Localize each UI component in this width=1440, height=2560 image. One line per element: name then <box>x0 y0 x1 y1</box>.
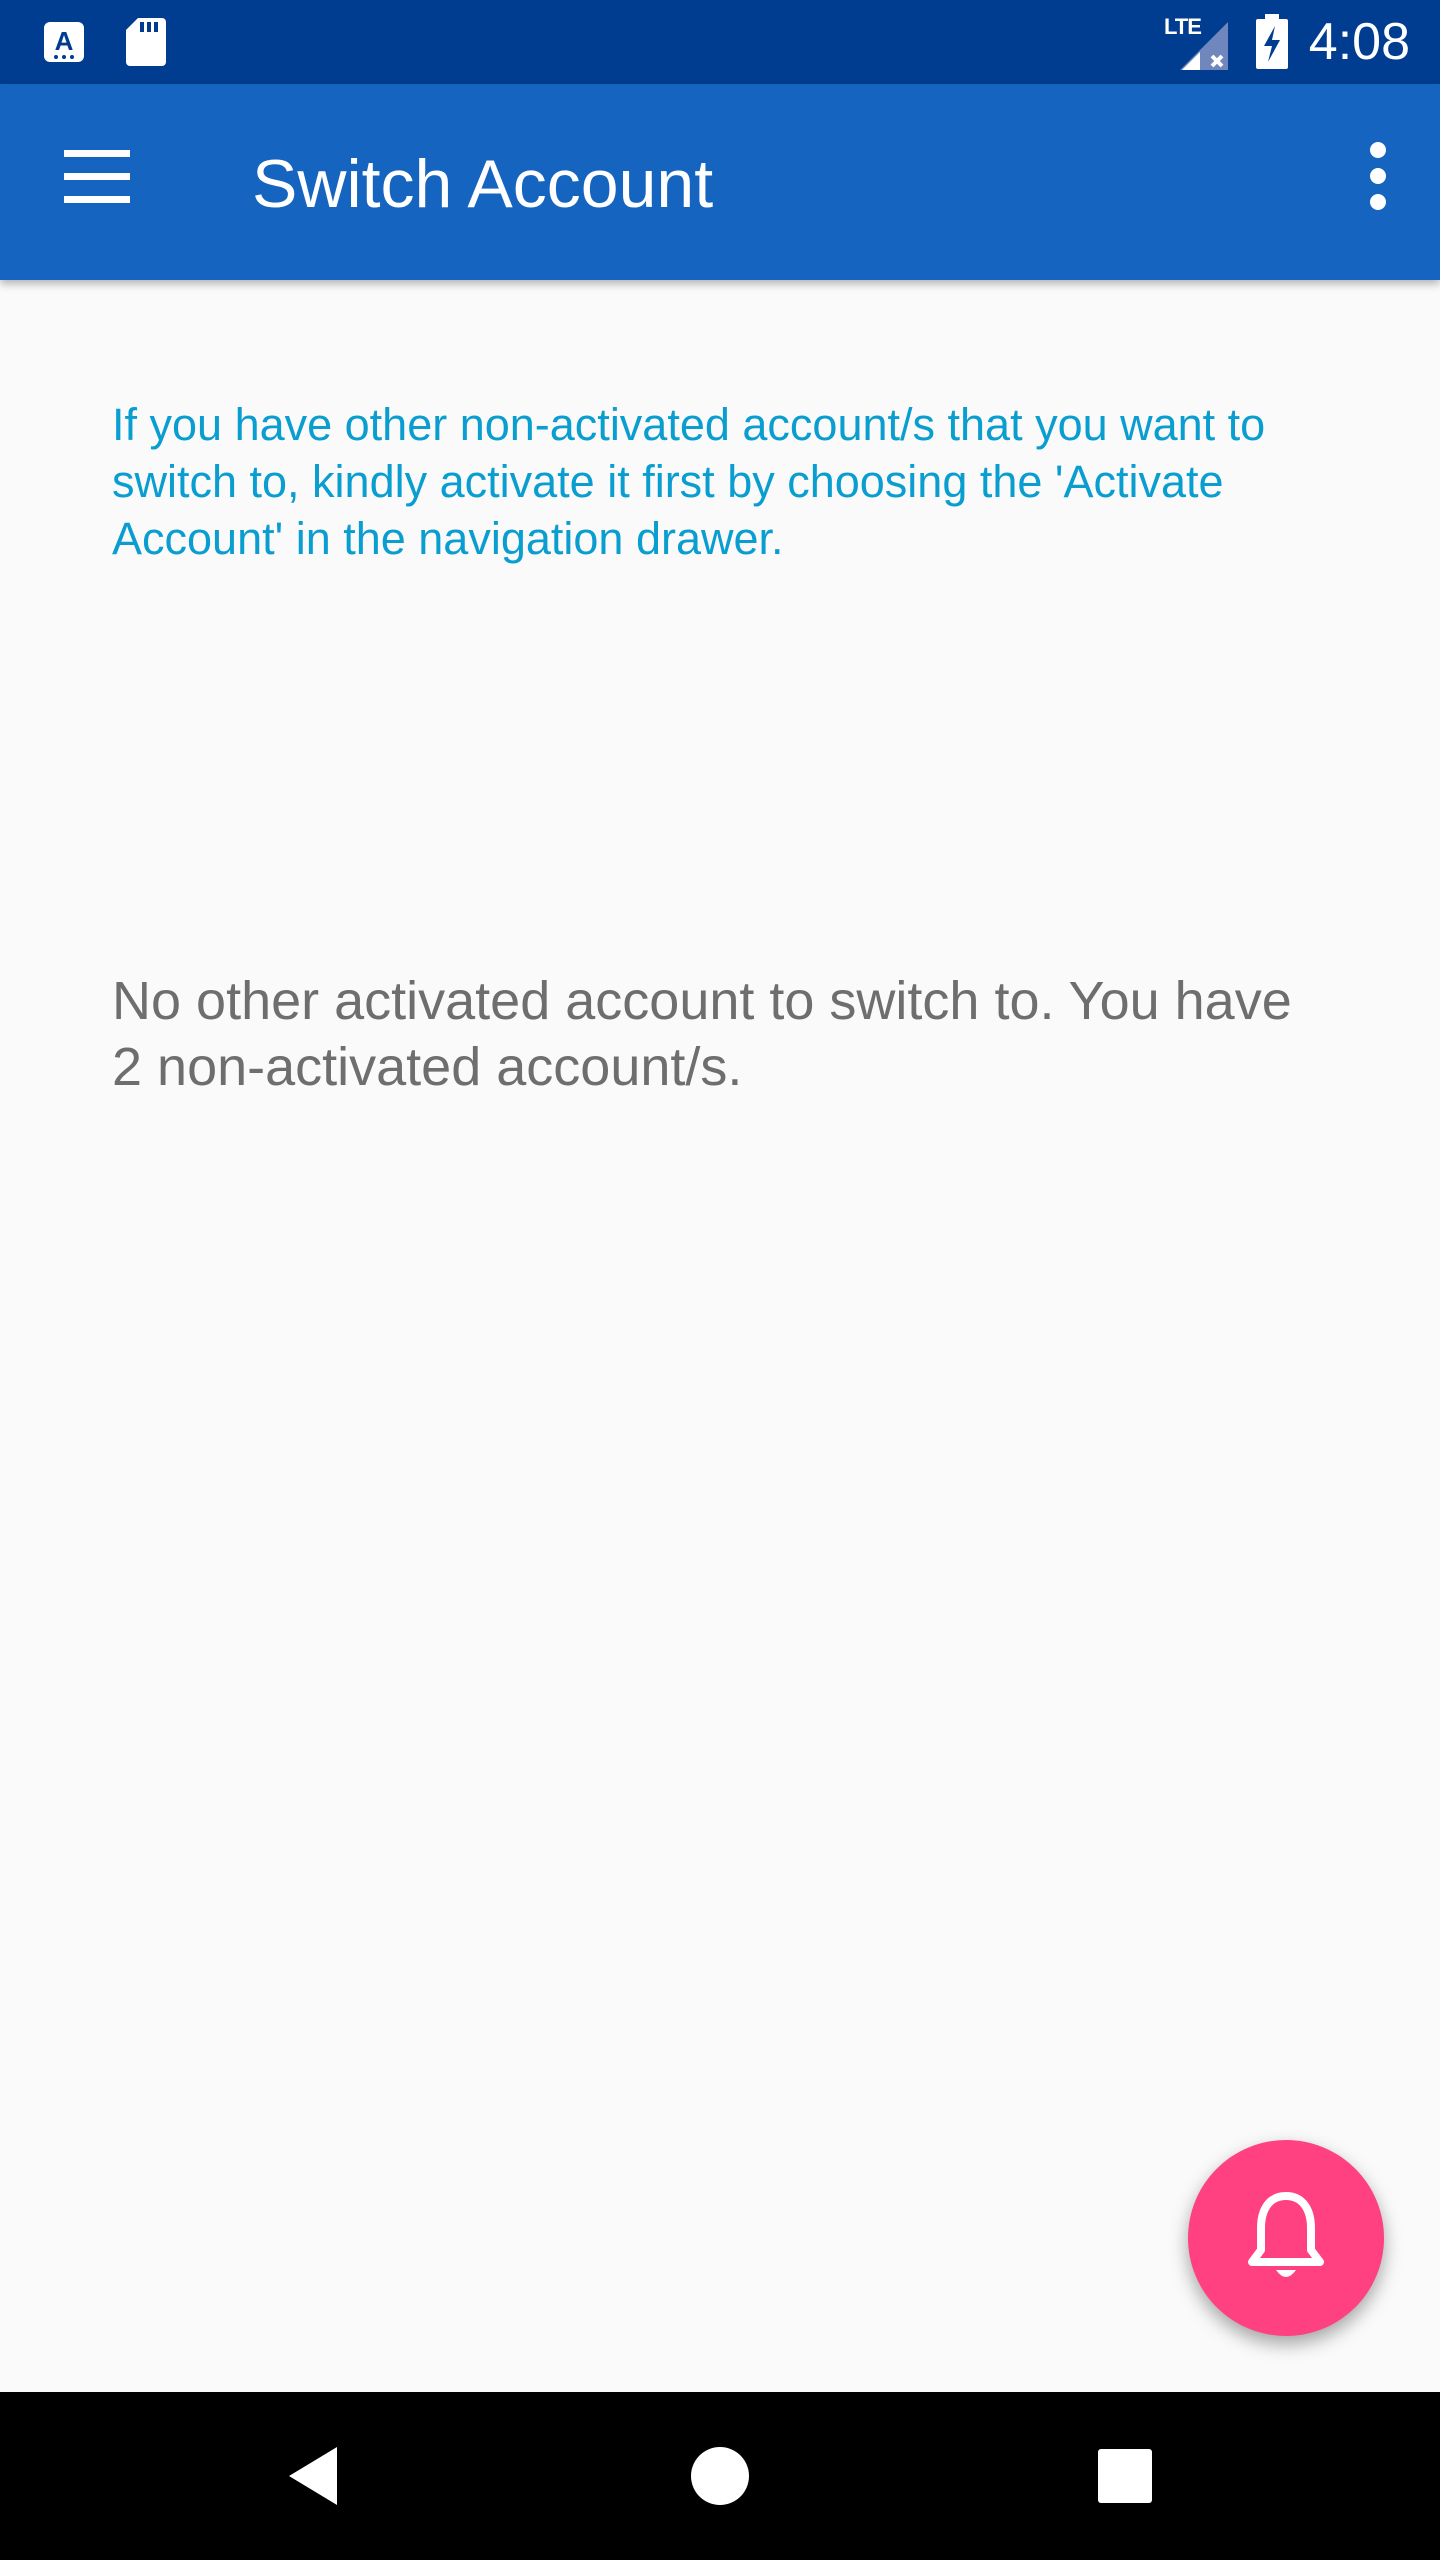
overflow-menu-button[interactable] <box>1328 126 1428 226</box>
sd-card-icon <box>126 18 166 66</box>
page-title: Switch Account <box>252 146 714 222</box>
svg-text:A: A <box>55 26 74 56</box>
more-vert-icon <box>1370 142 1386 210</box>
notification-bell-icon <box>1248 2192 1324 2277</box>
lte-signal-no-data-icon: LTE <box>1160 12 1230 72</box>
home-button[interactable] <box>670 2426 770 2526</box>
status-bar: A LTE 4:08 <box>0 0 1440 84</box>
activation-info-message: If you have other non-activated account/… <box>112 399 1266 564</box>
home-icon <box>691 2447 749 2505</box>
back-icon <box>289 2447 337 2505</box>
recents-icon <box>1098 2449 1152 2503</box>
menu-button[interactable] <box>48 126 148 226</box>
navigation-bar <box>0 2392 1440 2560</box>
battery-charging-icon <box>1256 14 1288 69</box>
back-button[interactable] <box>266 2426 366 2526</box>
a-notification-icon: A <box>44 22 84 62</box>
empty-state-message: No other activated account to switch to.… <box>112 971 1292 1097</box>
recents-button[interactable] <box>1075 2426 1175 2526</box>
hamburger-menu-icon <box>64 150 130 203</box>
clock: 4:08 <box>1308 13 1410 71</box>
notification-fab[interactable] <box>1188 2140 1384 2336</box>
app-bar: Switch Account <box>0 84 1440 280</box>
